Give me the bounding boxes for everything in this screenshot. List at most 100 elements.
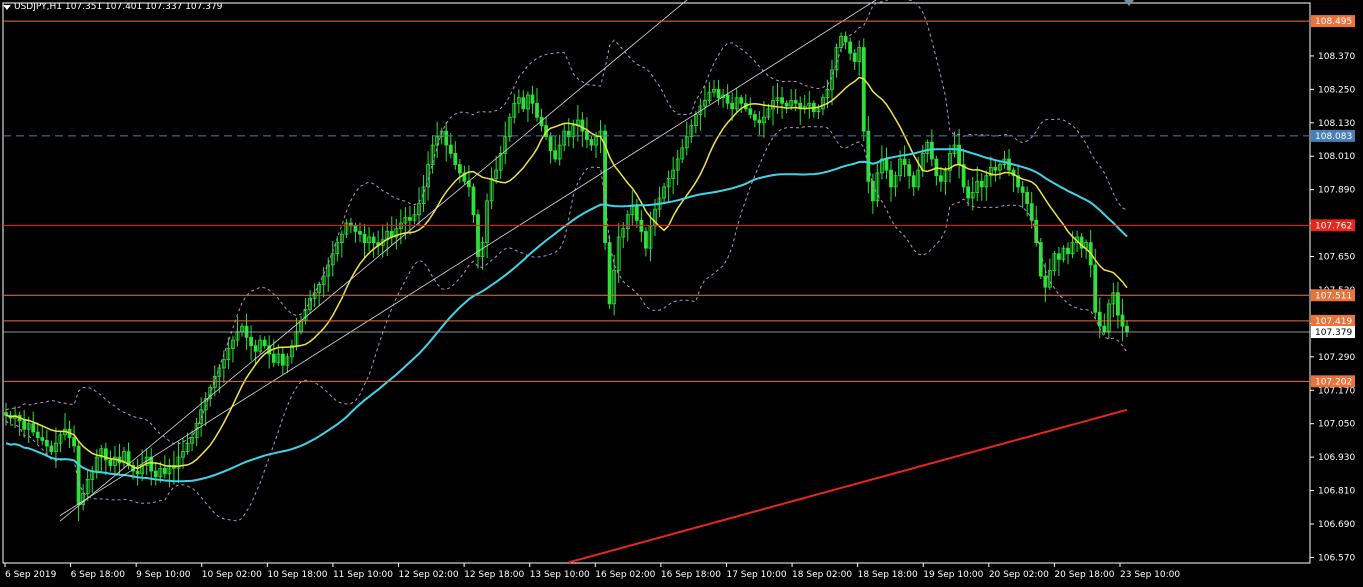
price-level-label: 108.083 xyxy=(1315,132,1352,142)
candle-body xyxy=(752,114,757,121)
candle-body xyxy=(929,141,934,160)
candle-body xyxy=(444,130,449,146)
candle-body xyxy=(31,423,36,433)
candle-body xyxy=(280,353,285,366)
candle-body xyxy=(553,150,558,160)
x-tick-label: 6 Sep 18:00 xyxy=(71,570,126,580)
candle-body xyxy=(1093,264,1098,313)
candle-body xyxy=(1102,325,1107,333)
price-level-label: 107.762 xyxy=(1315,221,1352,231)
candle-body xyxy=(521,97,526,110)
candle-body xyxy=(530,94,535,104)
candle-body xyxy=(585,130,589,140)
price-levels: 108.495 108.083 107.762 107.511 107.419 107.2… xyxy=(3,15,1355,388)
candle-body xyxy=(1007,158,1011,171)
candle-body xyxy=(866,130,871,182)
y-tick-label: 108.250 xyxy=(1318,85,1355,95)
x-tick-label: 13 Sep 10:00 xyxy=(530,570,590,580)
candle-body xyxy=(1020,186,1025,193)
candle-body xyxy=(1116,292,1120,316)
candle-body xyxy=(108,459,113,466)
x-tick-label: 9 Sep 10:00 xyxy=(136,570,191,580)
y-tick-label: 106.690 xyxy=(1318,520,1355,530)
x-tick-label: 23 Sep 10:00 xyxy=(1120,570,1180,580)
candle-body xyxy=(1066,247,1070,255)
candle-body xyxy=(162,467,167,475)
candle-body xyxy=(957,144,961,165)
candle-body xyxy=(739,97,744,104)
candle-body xyxy=(939,175,943,182)
chart-area[interactable]: USDJPY,H1 107.351 107.401 107.337 107.37… xyxy=(0,0,1363,583)
candle-body xyxy=(1043,275,1048,288)
price-level-label: 107.202 xyxy=(1315,377,1352,387)
candle-body xyxy=(149,456,154,472)
candle-body xyxy=(271,353,276,363)
price-level-label: 107.419 xyxy=(1315,317,1352,327)
candle-body xyxy=(911,175,916,188)
x-tick-label: 6 Sep 2019 xyxy=(5,570,57,580)
x-tick-label: 16 Sep 18:00 xyxy=(661,570,721,580)
candle-body xyxy=(607,242,612,305)
x-tick-label: 12 Sep 02:00 xyxy=(399,570,459,580)
y-axis: 108.370 108.250 108.130 108.010 107.890 107.7… xyxy=(1310,52,1355,563)
trendline xyxy=(59,0,877,516)
x-tick-label: 20 Sep 18:00 xyxy=(1054,570,1114,580)
candles xyxy=(4,31,1129,522)
x-tick-label: 16 Sep 02:00 xyxy=(595,570,655,580)
candle-body xyxy=(371,236,376,244)
candle-body xyxy=(548,136,553,152)
candle-body xyxy=(748,108,753,115)
candle-body xyxy=(353,225,358,232)
bollinger-upper xyxy=(5,0,1128,445)
price-level-label: 107.511 xyxy=(1315,291,1352,301)
y-tick-label: 106.570 xyxy=(1318,553,1355,563)
candle-body xyxy=(135,470,140,475)
candle-body xyxy=(453,153,458,165)
x-tick-label: 18 Sep 18:00 xyxy=(858,570,918,580)
candle-body xyxy=(757,119,762,124)
ohlc-quotes: 107.351 107.401 107.337 107.379 xyxy=(64,2,223,12)
chart-header: USDJPY,H1 107.351 107.401 107.337 107.37… xyxy=(3,2,222,12)
price-level-label: 108.495 xyxy=(1315,17,1352,27)
ma-cyan-line xyxy=(5,148,1128,483)
candle-body xyxy=(44,440,49,447)
x-axis: 6 Sep 2019 6 Sep 18:00 9 Sep 10:00 10 Sep 0… xyxy=(4,563,1180,580)
y-tick-label: 108.130 xyxy=(1318,119,1355,129)
candle-body xyxy=(848,41,853,54)
candle-body xyxy=(1025,192,1030,204)
candle-body xyxy=(76,445,81,505)
candle-body xyxy=(730,102,735,110)
candle-body xyxy=(889,169,893,188)
candle-body xyxy=(362,233,367,244)
x-tick-label: 12 Sep 18:00 xyxy=(464,570,524,580)
x-tick-label: 10 Sep 02:00 xyxy=(202,570,262,580)
y-tick-label: 107.650 xyxy=(1318,253,1355,263)
candle-body xyxy=(358,231,362,235)
candle-body xyxy=(852,52,857,62)
y-tick-label: 106.810 xyxy=(1318,487,1355,497)
candle-body xyxy=(993,166,998,171)
candle-body xyxy=(35,431,40,439)
y-tick-label: 107.890 xyxy=(1318,186,1355,196)
candle-body xyxy=(253,345,258,352)
candle-body xyxy=(580,119,585,132)
candle-body xyxy=(448,144,453,154)
candle-body xyxy=(49,445,54,452)
candle-body xyxy=(870,180,875,202)
candle-body xyxy=(966,186,971,199)
candle-body xyxy=(716,88,721,99)
price-chart[interactable]: 108.370 108.250 108.130 108.010 107.890 107.7… xyxy=(0,0,1363,583)
candle-body xyxy=(861,47,866,132)
candle-body xyxy=(639,219,644,232)
y-tick-label: 107.050 xyxy=(1318,420,1355,430)
candle-body xyxy=(780,97,784,104)
candle-body xyxy=(153,470,158,478)
candle-body xyxy=(22,420,27,430)
candle-body xyxy=(408,217,412,221)
ma-red-line xyxy=(568,408,1128,564)
candle-body xyxy=(884,158,889,171)
one-click-trading-icon[interactable] xyxy=(1124,0,1134,6)
menu-triangle-icon[interactable] xyxy=(3,4,11,10)
candle-body xyxy=(961,164,966,188)
candle-body xyxy=(535,102,539,118)
